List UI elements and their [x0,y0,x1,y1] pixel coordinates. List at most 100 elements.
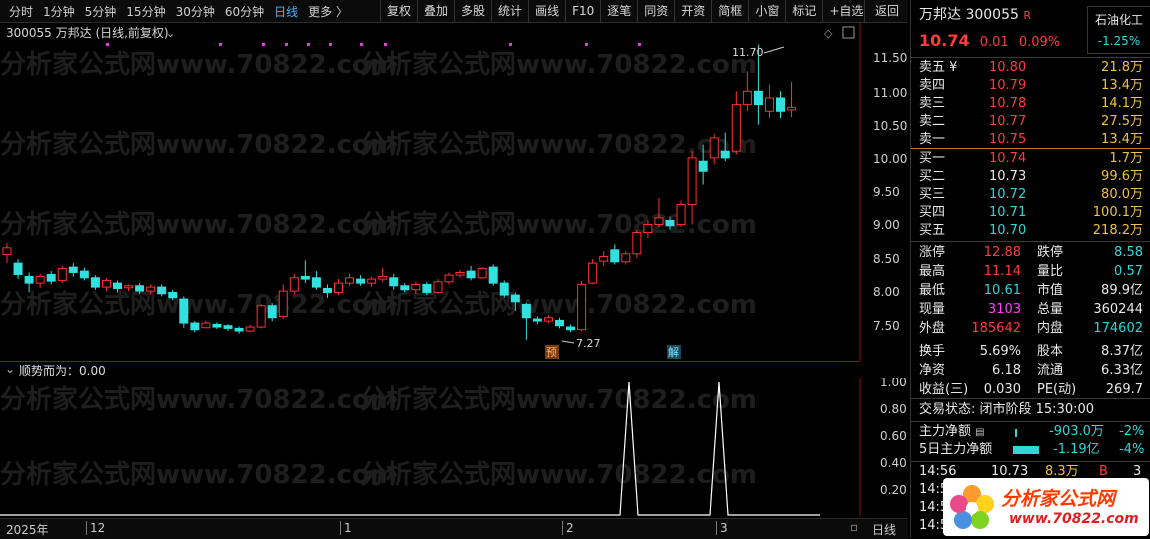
period-tab-60min[interactable]: 60分钟 [225,3,264,20]
ask-row[interactable]: 卖一 10.75 13.4万 [919,131,1145,149]
bid-label: 买二 [919,169,946,184]
multi-stock-button[interactable]: 多股 [454,0,491,22]
candle-body [101,279,111,288]
quote-value: 12.88 [983,245,1021,260]
candle-body [2,247,12,255]
small-window-button[interactable]: 小窗 [748,0,785,22]
candle-body [521,303,531,319]
flow-row-main: 主力净额 ▤ -903.0万 -2% [919,423,1145,441]
tick-button[interactable]: 逐笔 [600,0,637,22]
candle-body [113,282,122,289]
ask-row[interactable]: 卖四 10.79 13.4万 [919,77,1145,95]
period-tab-30min[interactable]: 30分钟 [176,3,215,20]
flow-bar [1013,446,1039,454]
candlestick-chart[interactable]: 分析家公式网www.70822.com 分析家公式网www.70822.com … [0,23,908,361]
price-tick: 11.00 [873,86,907,100]
quote-row: 换手 5.69% 股本 8.37亿 [919,343,1145,361]
current-price: 10.74 [919,31,970,50]
ask-row[interactable]: 卖二 10.77 27.5万 [919,113,1145,131]
bid-row[interactable]: 买二 10.73 99.6万 [919,168,1145,186]
quote-label: 量比 [1037,264,1064,279]
price-tick: 9.00 [873,218,900,232]
ask-volume: 27.5万 [1101,114,1143,129]
scroll-left-icon[interactable]: ▫ [850,520,858,534]
candle-body [24,275,34,284]
quote-row: 净资 6.18 流通 6.33亿 [919,362,1145,380]
signal-dots [106,43,641,46]
period-tab-5min[interactable]: 5分钟 [85,3,117,20]
indicator-tick: 0.40 [880,456,907,470]
quote-label: 净资 [919,363,946,378]
adjust-button[interactable]: 复权 [380,0,417,22]
bid-row[interactable]: 买三 10.72 80.0万 [919,186,1145,204]
candle-body [566,326,576,331]
chevron-down-icon[interactable]: ⌄ [166,27,175,40]
candle-body [433,281,443,293]
overlay-button[interactable]: 叠加 [417,0,454,22]
candle-body [787,106,797,111]
quote-value: 10.61 [983,283,1021,298]
candle-body [46,273,56,282]
ask-label: 卖三 [919,96,946,111]
quote-value: 8.37亿 [1101,344,1143,359]
quote-row: 最高 11.14 量比 0.57 [919,263,1145,281]
flower-logo-icon [950,485,994,529]
watermark-text: 分析家公式网www.70822.com [0,209,397,240]
candle-body [367,278,377,284]
ask-volume: 21.8万 [1101,60,1143,75]
period-tab-daily[interactable]: 日线 [274,3,298,20]
period-tab-1min[interactable]: 1分钟 [43,3,75,20]
low-label: 7.27 [576,337,601,350]
candle-body [588,262,598,284]
candle-body [698,160,708,172]
candle-body [223,325,233,329]
divider [911,241,1150,242]
simple-frame-button[interactable]: 简框 [711,0,748,22]
diamond-icon[interactable]: ◇ [824,27,833,40]
candle-body [334,282,343,293]
candle-body [764,97,774,112]
candle-body [499,282,509,296]
mark-button[interactable]: 标记 [785,0,822,22]
candle-body [665,220,675,227]
bid-row[interactable]: 买一 10.74 1.7万 [919,150,1145,168]
bid-row[interactable]: 买五 10.70 218.2万 [919,222,1145,240]
site-logo: 分析家公式网 www.70822.com [943,478,1149,536]
candle-body [610,249,620,263]
candle-body [190,322,200,331]
price-tick: 11.50 [873,51,907,65]
bid-row[interactable]: 买四 10.71 100.1万 [919,204,1145,222]
chart-title: 300055 万邦达 (日线,前复权) [6,25,169,40]
price-tick: 10.00 [873,152,907,166]
candle-body [124,285,134,289]
quote-panel: 万邦达 300055 R 石油化工 -1.25% 10.74 0.01 0.09… [910,0,1150,538]
candle-body [466,270,476,279]
price-tick: 10.50 [873,119,907,133]
ask-label: 卖二 [919,114,946,129]
quote-row: 现量 3103 总量 360244 [919,301,1145,319]
f10-button[interactable]: F10 [565,0,600,22]
chevron-down-icon[interactable]: ⌄ [5,362,15,376]
add-watchlist-button[interactable]: +自选 [822,0,869,22]
list-icon[interactable]: ▤ [975,427,984,438]
quote-label: 市值 [1037,283,1064,298]
open-button[interactable]: 开资 [674,0,711,22]
period-tab-15min[interactable]: 15分钟 [126,3,165,20]
quote-label: 股本 [1037,344,1064,359]
quote-value: 11.14 [983,264,1021,279]
quote-value: 5.69% [979,344,1021,359]
ask-row[interactable]: 卖五 ¥ 10.80 21.8万 [919,59,1145,77]
indicator-header: ⌄ 顺势而为：0.00 [0,361,860,378]
expand-icon[interactable] [842,26,855,39]
stats-button[interactable]: 统计 [491,0,528,22]
indicator-chart[interactable]: 分析家公式网www.70822.com 分析家公式网www.70822.com … [0,378,908,516]
price-tick: 8.00 [873,285,900,299]
candle-body [68,266,78,273]
back-button[interactable]: 返回 [864,0,909,22]
ask-row[interactable]: 卖三 10.78 14.1万 [919,95,1145,113]
peer-button[interactable]: 同资 [637,0,674,22]
period-tab-more[interactable]: 更多 〉 [308,3,348,20]
period-label[interactable]: 日线 [872,521,896,538]
period-tab-fenshi[interactable]: 分时 [9,3,33,20]
draw-line-button[interactable]: 画线 [528,0,565,22]
